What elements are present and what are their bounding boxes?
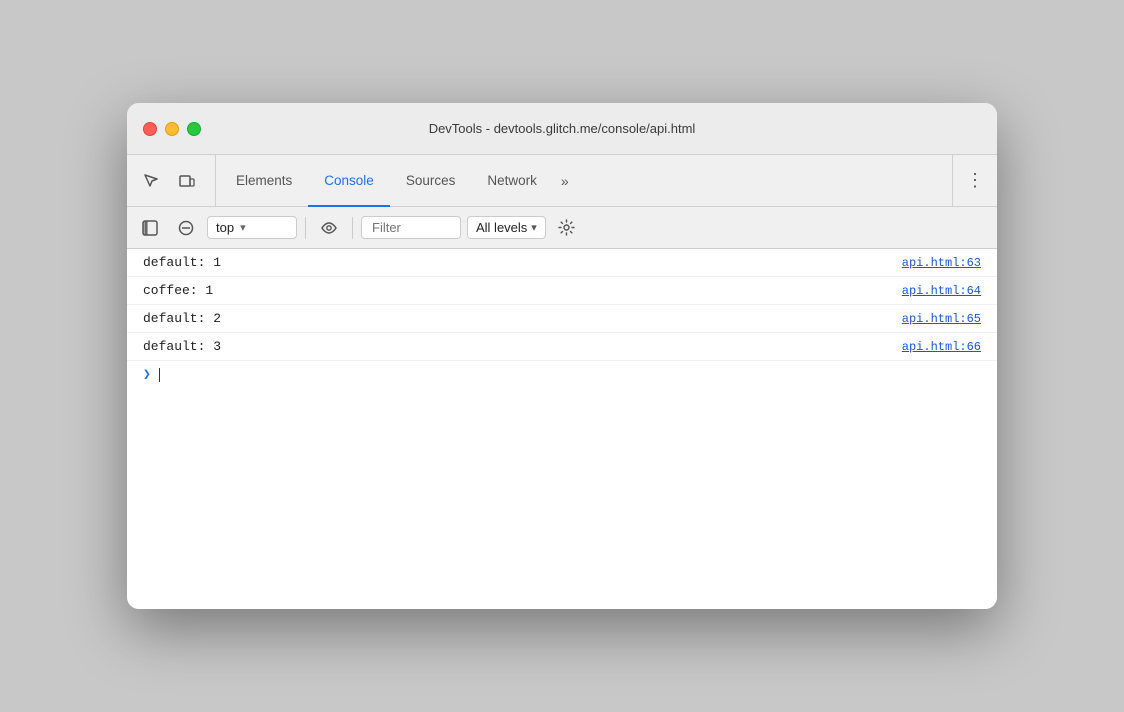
sidebar-toggle-button[interactable] — [135, 213, 165, 243]
tab-console[interactable]: Console — [308, 156, 390, 207]
toolbar-end: ⋮ — [952, 155, 989, 206]
log-row: default: 2 api.html:65 — [127, 305, 997, 333]
live-expressions-button[interactable] — [314, 213, 344, 243]
cursor — [159, 368, 160, 382]
console-input-row[interactable]: ❯ — [127, 361, 997, 388]
log-source[interactable]: api.html:66 — [902, 340, 981, 354]
log-row: default: 1 api.html:63 — [127, 249, 997, 277]
tab-network[interactable]: Network — [471, 156, 553, 207]
separator — [305, 217, 306, 239]
level-arrow: ▾ — [531, 221, 537, 234]
context-arrow: ▾ — [240, 221, 246, 234]
separator2 — [352, 217, 353, 239]
traffic-lights — [143, 122, 201, 136]
console-bar: top ▾ All levels ▾ — [127, 207, 997, 249]
prompt-icon: ❯ — [143, 367, 151, 382]
device-toggle-button[interactable] — [171, 165, 203, 197]
log-source[interactable]: api.html:64 — [902, 284, 981, 298]
console-settings-button[interactable] — [552, 213, 582, 243]
log-text: coffee: 1 — [143, 283, 886, 298]
tabs-overflow-button[interactable]: » — [553, 155, 577, 206]
tabs: Elements Console Sources Network » — [220, 155, 952, 206]
devtools-window: DevTools - devtools.glitch.me/console/ap… — [127, 103, 997, 609]
clear-console-button[interactable] — [171, 213, 201, 243]
close-button[interactable] — [143, 122, 157, 136]
log-row: default: 3 api.html:66 — [127, 333, 997, 361]
inspect-element-button[interactable] — [135, 165, 167, 197]
log-source[interactable]: api.html:63 — [902, 256, 981, 270]
console-output: default: 1 api.html:63 coffee: 1 api.htm… — [127, 249, 997, 609]
log-text: default: 3 — [143, 339, 886, 354]
context-selector[interactable]: top ▾ — [207, 216, 297, 239]
maximize-button[interactable] — [187, 122, 201, 136]
log-text: default: 2 — [143, 311, 886, 326]
log-source[interactable]: api.html:65 — [902, 312, 981, 326]
log-level-selector[interactable]: All levels ▾ — [467, 216, 546, 239]
log-text: default: 1 — [143, 255, 886, 270]
window-title: DevTools - devtools.glitch.me/console/ap… — [429, 121, 696, 136]
titlebar: DevTools - devtools.glitch.me/console/ap… — [127, 103, 997, 155]
tab-sources[interactable]: Sources — [390, 156, 472, 207]
tab-elements[interactable]: Elements — [220, 156, 308, 207]
more-options-button[interactable]: ⋮ — [961, 167, 989, 195]
minimize-button[interactable] — [165, 122, 179, 136]
filter-input[interactable] — [361, 216, 461, 239]
devtools-icons — [135, 155, 216, 206]
tab-bar: Elements Console Sources Network » ⋮ — [127, 155, 997, 207]
log-row: coffee: 1 api.html:64 — [127, 277, 997, 305]
